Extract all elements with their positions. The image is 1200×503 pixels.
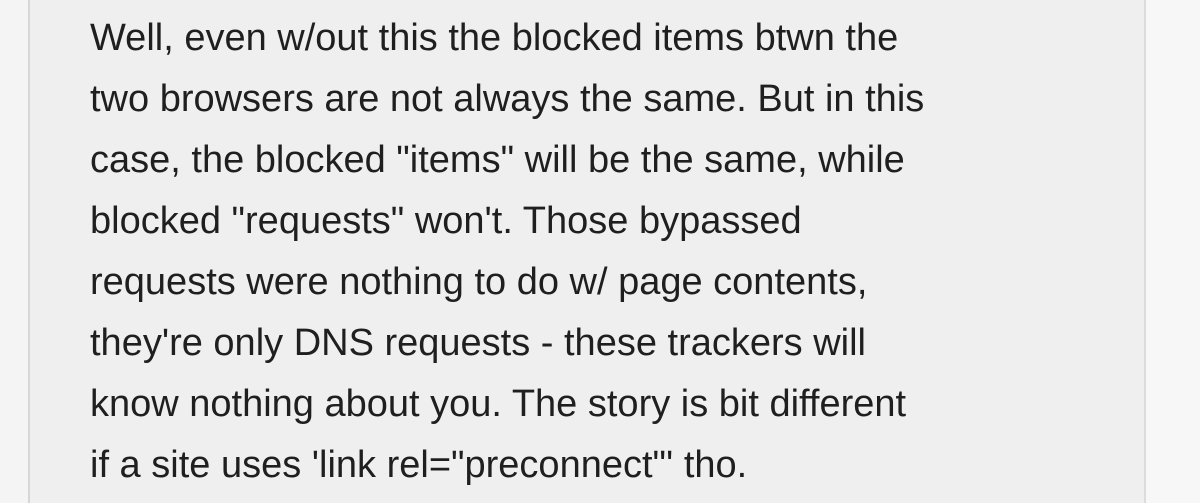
right-gutter <box>1146 0 1200 503</box>
comment-line-3: case, the blocked "items" will be the sa… <box>90 139 905 181</box>
comment-line-5: requests were nothing to do w/ page cont… <box>90 261 868 303</box>
comment-line-1: Well, even w/out this the blocked items … <box>90 17 899 59</box>
comment-line-8: if a site uses 'link rel="preconnect"' t… <box>90 444 748 486</box>
comment-line-7: know nothing about you. The story is bit… <box>90 383 907 425</box>
comment-line-4: blocked "requests" won't. Those bypassed <box>90 200 802 242</box>
comment-text: Well, even w/out this the blocked items … <box>90 8 1130 496</box>
comment-line-6: they're only DNS requests - these tracke… <box>90 322 866 364</box>
comment-line-2: two browsers are not always the same. Bu… <box>90 78 925 120</box>
screen: Well, even w/out this the blocked items … <box>0 0 1200 503</box>
comment-card: Well, even w/out this the blocked items … <box>28 0 1146 503</box>
